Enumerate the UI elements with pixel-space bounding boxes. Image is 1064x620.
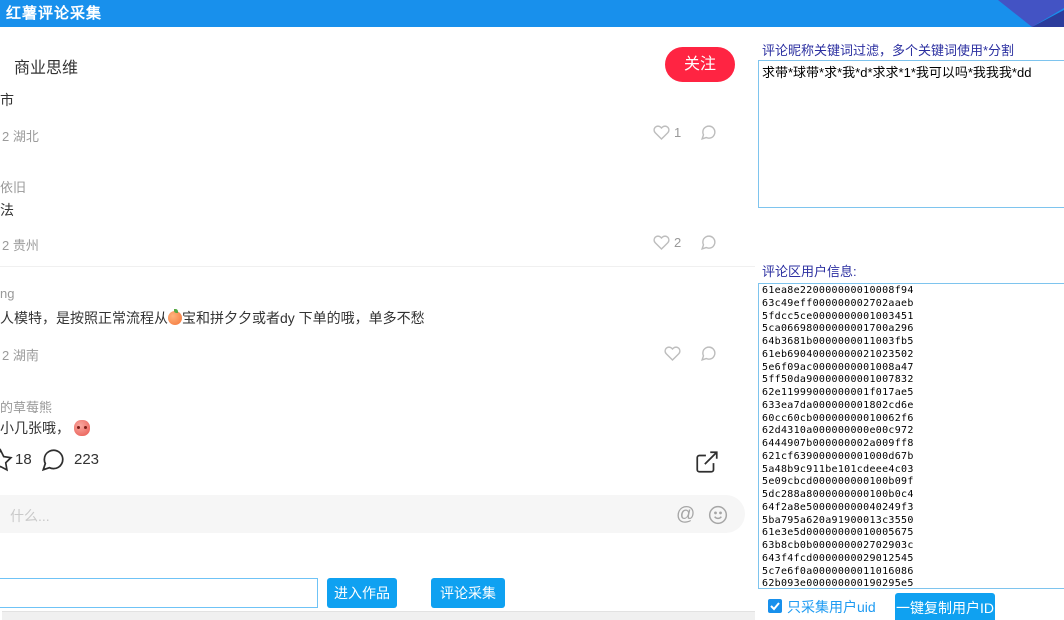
post-url-input[interactable]	[0, 578, 318, 608]
comment-meta: 2 贵州	[2, 235, 39, 254]
heart-icon[interactable]	[664, 345, 681, 362]
collect-star-icon[interactable]	[0, 448, 13, 473]
commenter-name[interactable]: ng	[0, 286, 14, 301]
like-count: 2	[674, 235, 681, 250]
commenter-name[interactable]: 依旧	[0, 177, 26, 196]
comment-text-part: 宝和拼夕夕或者dy 下单的哦，单多不愁	[182, 310, 425, 326]
comment-text: 法	[0, 200, 14, 220]
comment-input[interactable]	[0, 495, 745, 533]
share-external-link-icon[interactable]	[694, 449, 720, 475]
mention-at-icon[interactable]: @	[676, 504, 695, 526]
title-bar: 红薯评论采集	[0, 0, 1064, 27]
uid-only-checkbox-label: 只采集用户uid	[787, 597, 876, 617]
emoji-smiley-icon[interactable]	[708, 505, 728, 525]
reply-bubble-icon[interactable]	[700, 345, 717, 362]
heart-icon[interactable]	[653, 124, 670, 141]
comment-meta: 2 湖南	[2, 345, 39, 364]
comments-count: 223	[74, 451, 99, 468]
post-author-name[interactable]: 商业思维	[14, 54, 78, 78]
reply-bubble-icon[interactable]	[700, 234, 717, 251]
app-title: 红薯评论采集	[6, 0, 102, 27]
horizontal-scrollbar-track[interactable]	[2, 611, 755, 620]
comment-meta: 2 湖北	[2, 126, 39, 145]
collect-count: 18	[15, 451, 32, 468]
comment-text: 小几张哦，	[0, 418, 90, 438]
like-count: 1	[674, 125, 681, 140]
comment-divider	[0, 266, 755, 267]
peach-emoji-icon	[168, 311, 182, 325]
blush-sticker-icon	[74, 420, 90, 436]
reply-bubble-icon[interactable]	[700, 124, 717, 141]
follow-button[interactable]: 关注	[665, 47, 735, 82]
comment-text-part: 小几张哦，	[0, 420, 70, 436]
copy-user-ids-button[interactable]: 一键复制用户ID	[895, 593, 995, 620]
comment-text-part: 人模特，是按照正常流程从	[0, 310, 168, 326]
collector-settings-panel: 评论昵称关键词过滤，多个关键词使用*分割 求带*球带*求*我*d*求求*1*我可…	[755, 27, 1064, 620]
user-uid-list-textarea[interactable]: 61ea8e220000000010008f94 63c49eff0000000…	[758, 283, 1064, 589]
heart-icon[interactable]	[653, 234, 670, 251]
comment-text: 市	[0, 90, 14, 110]
comment-text: 人模特，是按照正常流程从宝和拼夕夕或者dy 下单的哦，单多不愁	[0, 308, 425, 328]
filter-keywords-label: 评论昵称关键词过滤，多个关键词使用*分割	[762, 40, 1014, 59]
user-info-label: 评论区用户信息:	[762, 261, 857, 280]
collect-comments-button[interactable]: 评论采集	[431, 578, 505, 608]
post-webview-panel: 商业思维 关注 市 2 湖北 1 依旧 法 2 贵州 2 ng 人模特，是按照正…	[0, 27, 755, 620]
filter-keywords-textarea[interactable]: 求带*球带*求*我*d*求求*1*我可以吗*我我我*dd	[758, 60, 1064, 208]
uid-only-checkbox[interactable]	[768, 599, 782, 613]
commenter-name[interactable]: 的草莓熊	[0, 397, 52, 416]
corner-ribbon-decoration	[984, 0, 1064, 27]
enter-post-button[interactable]: 进入作品	[327, 578, 397, 608]
comment-input-placeholder: 什么...	[10, 506, 50, 526]
checkmark-icon	[768, 599, 782, 613]
comments-bubble-icon[interactable]	[40, 447, 66, 473]
